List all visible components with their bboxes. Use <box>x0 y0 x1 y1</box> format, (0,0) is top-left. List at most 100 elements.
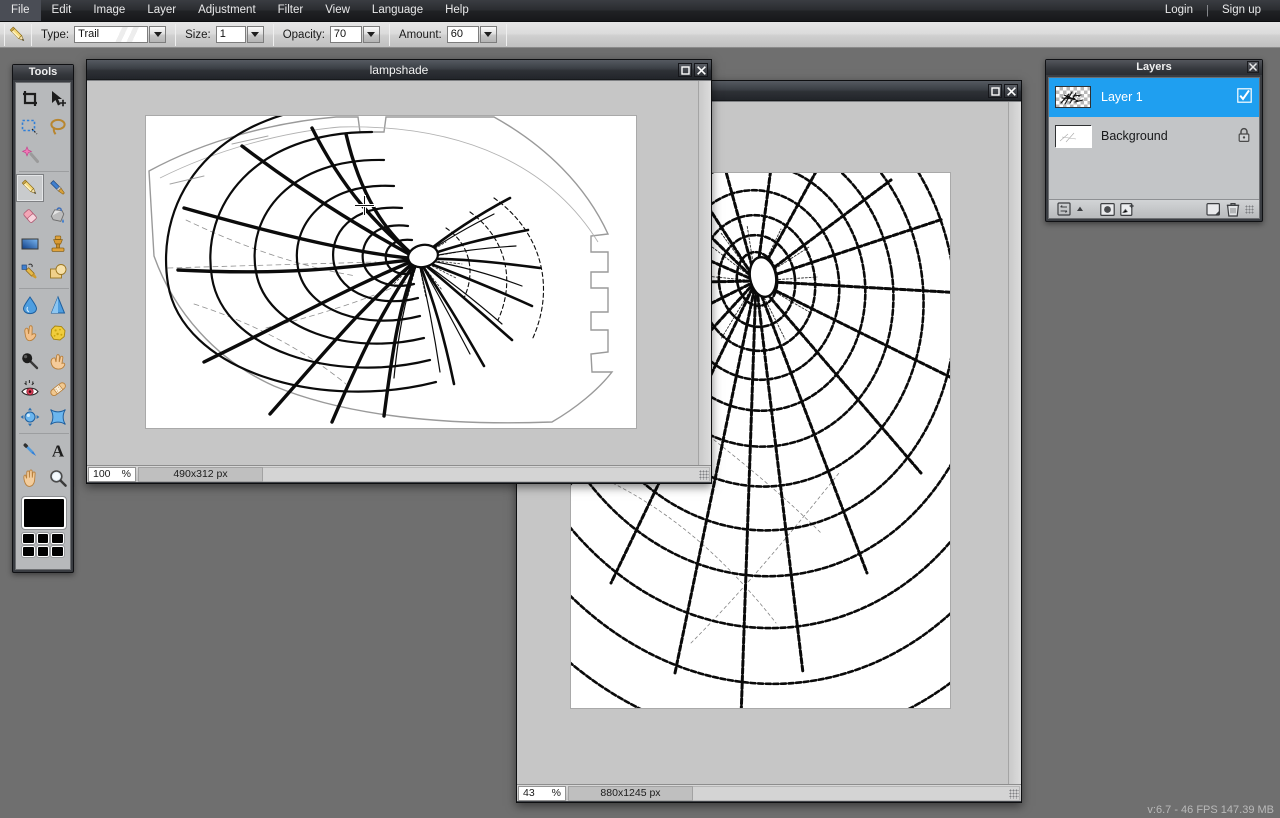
layers-panel[interactable]: Layers Layer 1 Background <box>1045 59 1263 222</box>
primary-color-swatch[interactable] <box>21 496 67 530</box>
layer-row[interactable]: Layer 1 <box>1049 78 1259 117</box>
palette-swatch-5[interactable] <box>35 545 51 558</box>
tool-crop[interactable] <box>16 85 44 113</box>
window-titlebar-lampshade[interactable]: lampshade <box>87 60 711 80</box>
layer-mask-icon[interactable] <box>1097 201 1117 217</box>
blend-mode-icon[interactable] <box>1054 201 1074 217</box>
tool-bloat[interactable] <box>16 403 44 431</box>
tools-separator-2 <box>19 288 69 289</box>
canvas-area-lampshade[interactable] <box>87 80 711 465</box>
menu-file[interactable]: File <box>0 0 41 21</box>
tools-panel-body: A <box>15 82 71 570</box>
tools-separator-3 <box>19 433 69 434</box>
tool-pinch[interactable] <box>44 403 72 431</box>
tool-shape[interactable] <box>44 258 72 286</box>
tool-magic-wand[interactable] <box>16 141 44 169</box>
palette-swatch-1[interactable] <box>21 532 36 545</box>
brush-size-dropdown-arrow[interactable] <box>246 26 264 43</box>
zoom-level-field-cobweb_1[interactable]: 43 % <box>518 785 566 801</box>
tool-paintbrush[interactable] <box>44 174 72 202</box>
tool-sharpen[interactable] <box>44 291 72 319</box>
tool-eyedropper[interactable] <box>16 436 44 464</box>
close-icon[interactable] <box>1247 61 1259 73</box>
label-brush-type: Type: <box>41 28 70 41</box>
tools-separator-1 <box>19 171 69 172</box>
signup-link[interactable]: Sign up <box>1211 0 1272 21</box>
menu-help[interactable]: Help <box>434 0 480 21</box>
visibility-check-icon[interactable] <box>1237 88 1253 106</box>
layer-name: Background <box>1101 129 1168 143</box>
close-icon[interactable] <box>1004 84 1018 98</box>
menu-language[interactable]: Language <box>361 0 434 21</box>
layer-thumbnail[interactable] <box>1055 125 1092 148</box>
tool-text[interactable]: A <box>44 436 72 464</box>
layer-thumbnail[interactable] <box>1055 86 1091 108</box>
zoom-level-field-lampshade[interactable]: 100 % <box>88 466 136 482</box>
label-brush-amount: Amount: <box>398 28 442 41</box>
menu-edit[interactable]: Edit <box>41 0 83 21</box>
brush-amount-input[interactable]: 60 <box>446 26 479 43</box>
tool-zoom[interactable] <box>44 464 72 492</box>
tool-retouch[interactable] <box>16 258 44 286</box>
maximize-icon[interactable] <box>988 84 1002 98</box>
menu-filter[interactable]: Filter <box>267 0 315 21</box>
canvas-sheet-lampshade[interactable] <box>146 102 636 428</box>
tool-move[interactable] <box>44 85 72 113</box>
tool-pencil[interactable] <box>16 174 44 202</box>
menu-layer[interactable]: Layer <box>136 0 187 21</box>
tool-burn[interactable] <box>44 347 72 375</box>
zoom-unit: % <box>121 468 131 480</box>
tool-eraser[interactable] <box>16 202 44 230</box>
tool-clone-stamp[interactable] <box>44 230 72 258</box>
option-brush-opacity: Opacity: 70 <box>274 22 389 48</box>
tool-blur[interactable] <box>16 291 44 319</box>
close-icon[interactable] <box>694 63 708 77</box>
palette-swatch-3[interactable] <box>50 532 65 545</box>
menu-image[interactable]: Image <box>82 0 136 21</box>
resize-grip-lampshade[interactable] <box>699 470 709 480</box>
brush-amount-dropdown-arrow[interactable] <box>479 26 497 43</box>
layer-row[interactable]: Background <box>1049 117 1259 156</box>
lock-icon[interactable] <box>1237 127 1253 145</box>
tool-sponge[interactable] <box>44 319 72 347</box>
tool-hand[interactable] <box>16 464 44 492</box>
delete-layer-icon[interactable] <box>1223 201 1243 217</box>
zoom-unit: % <box>551 787 561 799</box>
tools-grid: A <box>16 85 72 492</box>
window-buttons <box>678 63 708 77</box>
active-tool-indicator <box>5 23 31 47</box>
zoom-value: 43 <box>523 787 535 799</box>
menu-adjustment[interactable]: Adjustment <box>187 0 267 21</box>
maximize-icon[interactable] <box>678 63 692 77</box>
auth-area: Login | Sign up <box>1154 0 1280 21</box>
palette-swatch-4[interactable] <box>21 545 36 558</box>
chevron-up-icon[interactable] <box>1074 201 1085 217</box>
tool-lasso[interactable] <box>44 113 72 141</box>
duplicate-layer-icon[interactable] <box>1203 201 1223 217</box>
option-brush-amount: Amount: 60 <box>390 22 506 48</box>
brush-opacity-input[interactable]: 70 <box>329 26 362 43</box>
login-link[interactable]: Login <box>1154 0 1204 21</box>
add-layer-icon[interactable] <box>1117 201 1137 217</box>
palette-swatch-6[interactable] <box>50 545 65 558</box>
brush-type-dropdown-arrow[interactable] <box>149 26 167 43</box>
brush-opacity-dropdown-arrow[interactable] <box>362 26 380 43</box>
canvas-vertical-scrollbar-lampshade[interactable] <box>698 81 711 465</box>
tool-rectangle-select[interactable] <box>16 113 44 141</box>
tool-dodge[interactable] <box>16 347 44 375</box>
brush-type-input[interactable]: Trail <box>74 26 149 43</box>
tool-gradient[interactable] <box>16 230 44 258</box>
document-window-lampshade[interactable]: lampshade 100 % 490x312 px <box>86 59 712 484</box>
tools-panel[interactable]: Tools A <box>12 64 74 573</box>
canvas-vertical-scrollbar-cobweb_1[interactable] <box>1008 102 1021 784</box>
tool-paint-bucket[interactable] <box>44 202 72 230</box>
panel-resize-grip[interactable] <box>1245 204 1254 214</box>
brush-size-input[interactable]: 1 <box>215 26 246 43</box>
tool-smudge[interactable] <box>16 319 44 347</box>
menu-view[interactable]: View <box>314 0 361 21</box>
tool-red-eye[interactable] <box>16 375 44 403</box>
resize-grip-cobweb_1[interactable] <box>1009 789 1019 799</box>
palette-swatch-2[interactable] <box>35 532 51 545</box>
tool-healing-bandage[interactable] <box>44 375 72 403</box>
options-divider-6 <box>505 23 507 46</box>
